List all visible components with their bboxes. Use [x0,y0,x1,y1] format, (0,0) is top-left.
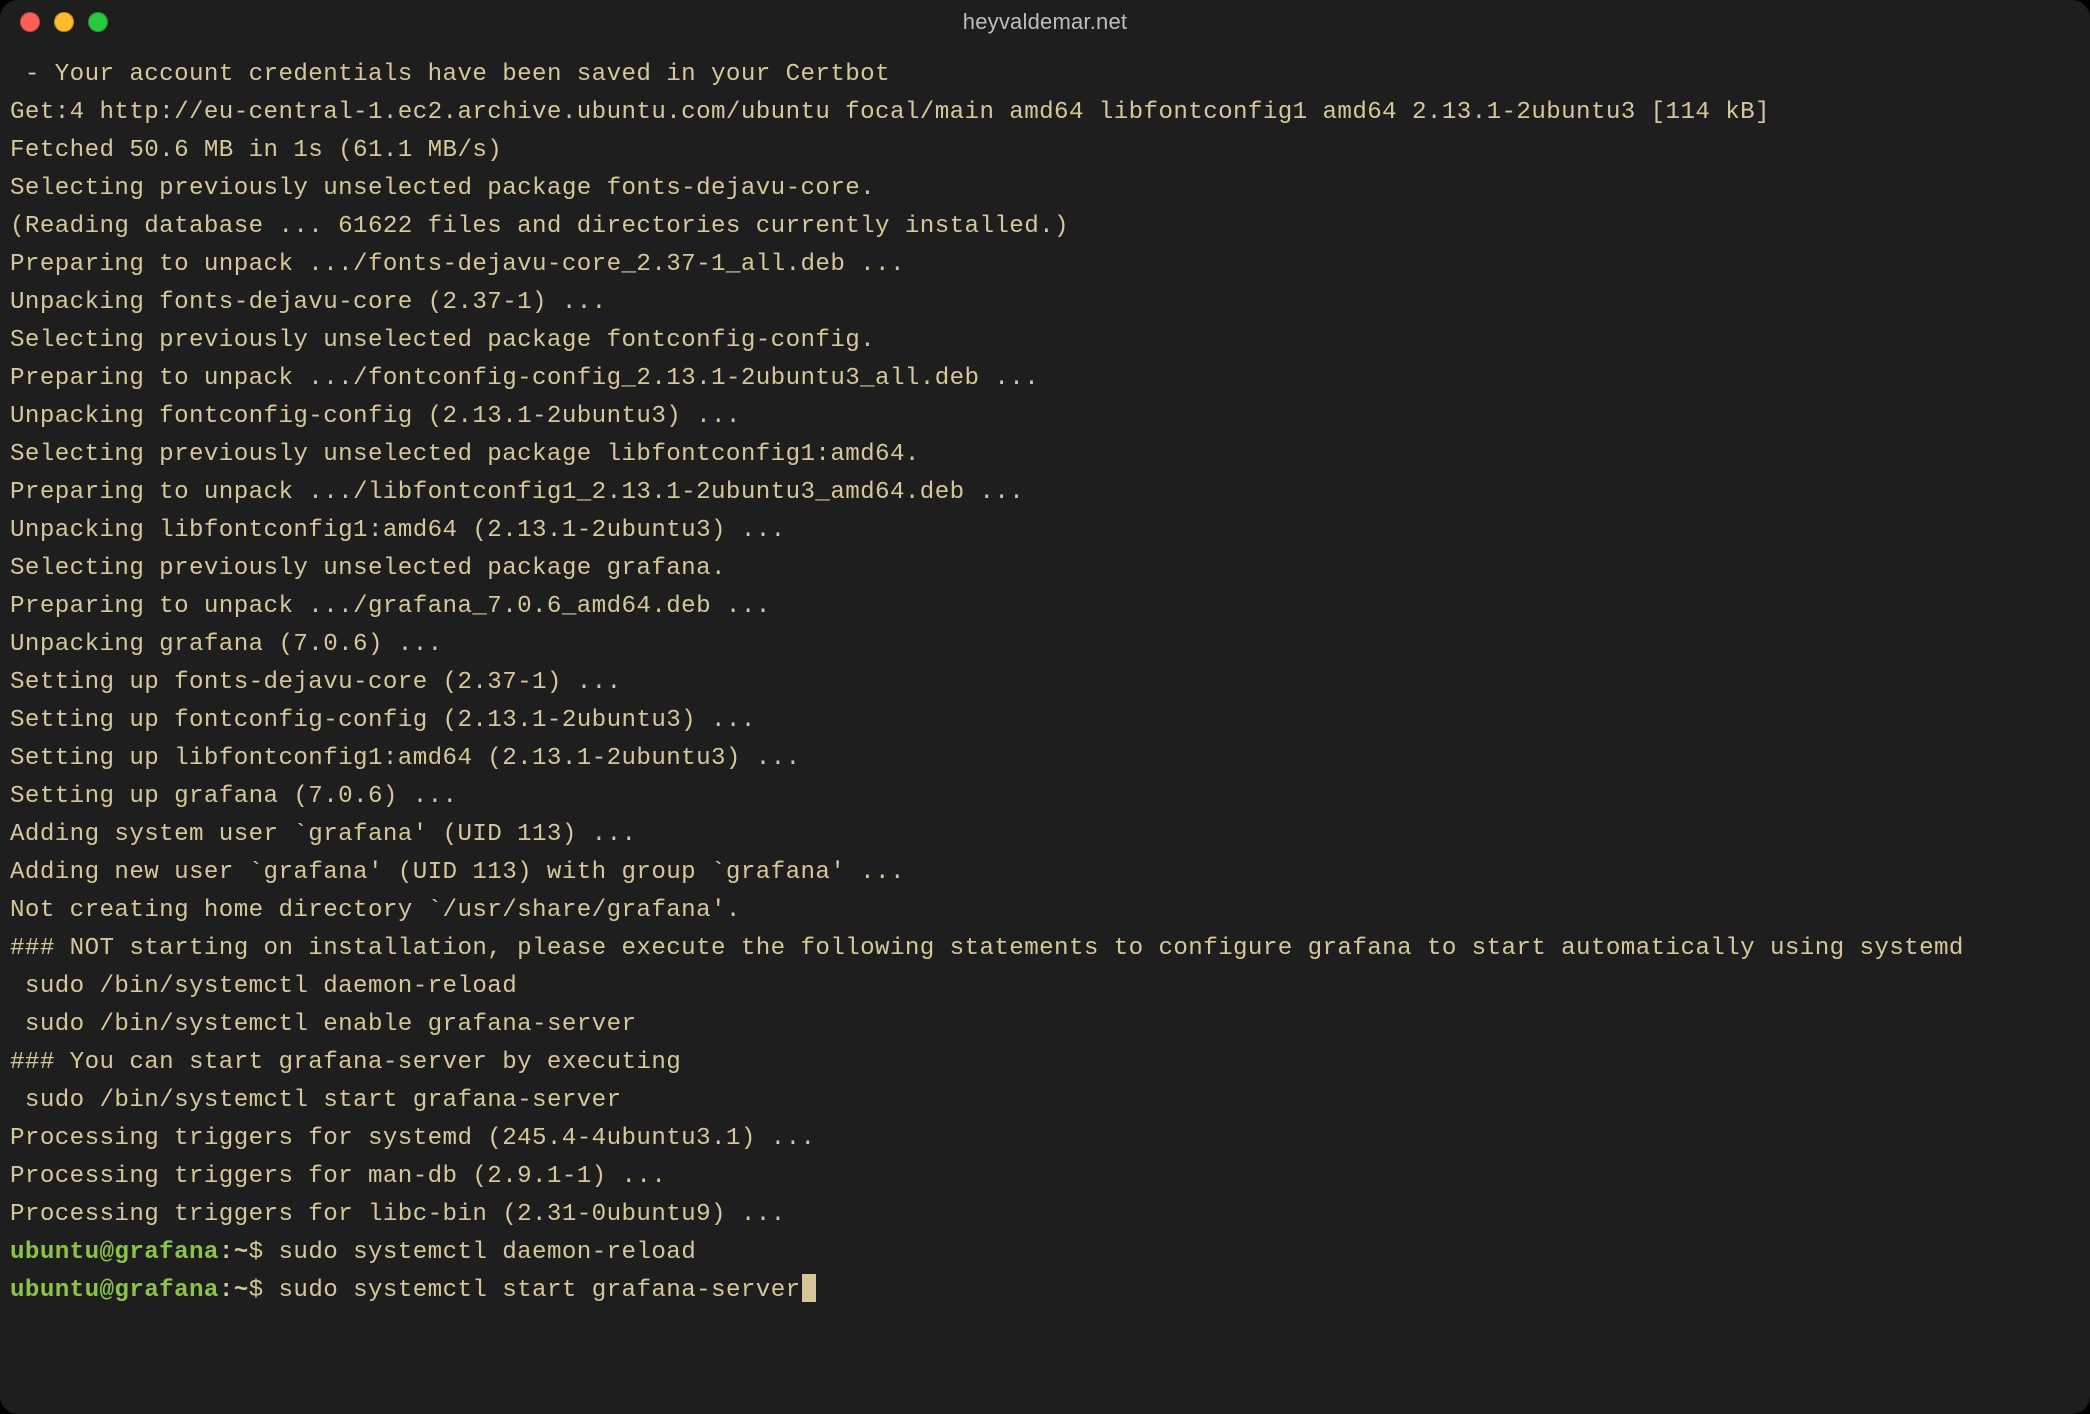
terminal-window: heyvaldemar.net - Your account credentia… [0,0,2090,1414]
titlebar: heyvaldemar.net [0,0,2090,44]
window-title: heyvaldemar.net [963,9,1127,35]
terminal-output[interactable]: - Your account credentials have been sav… [0,44,2090,1414]
prompt-user: ubuntu [10,1239,100,1266]
prompt-user: ubuntu [10,1277,100,1304]
fullscreen-icon[interactable] [88,12,108,32]
prompt-path: :~ [219,1239,249,1266]
prompt-host: grafana [114,1239,218,1266]
cursor-icon [802,1274,816,1302]
minimize-icon[interactable] [54,12,74,32]
traffic-lights [20,0,108,44]
prompt-dollar: $ [249,1277,264,1304]
prompt-at: @ [100,1277,115,1304]
prompt-at: @ [100,1239,115,1266]
prompt-dollar: $ [249,1239,264,1266]
prompt-path: :~ [219,1277,249,1304]
close-icon[interactable] [20,12,40,32]
prompt-host: grafana [114,1277,218,1304]
